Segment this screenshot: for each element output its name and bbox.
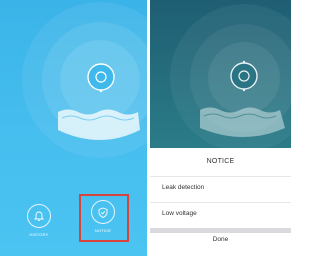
sheet-divider xyxy=(150,228,291,233)
notice-highlight-box xyxy=(79,194,129,242)
history-label: HISTORY xyxy=(29,232,49,237)
dimmed-sensor-illustration xyxy=(170,4,291,148)
bell-icon xyxy=(27,204,51,228)
dimmed-home-background xyxy=(150,0,291,148)
sheet-title: NOTICE xyxy=(206,158,235,165)
leak-detection-option[interactable]: Leak detection xyxy=(150,176,291,198)
notice-screen: NOTICE Leak detection Low voltage Done xyxy=(150,0,291,256)
done-button[interactable]: Done xyxy=(150,236,291,243)
home-screen: HISTORY NOTICE xyxy=(0,0,147,256)
history-button[interactable]: HISTORY xyxy=(19,204,59,237)
low-voltage-option[interactable]: Low voltage xyxy=(150,202,291,224)
